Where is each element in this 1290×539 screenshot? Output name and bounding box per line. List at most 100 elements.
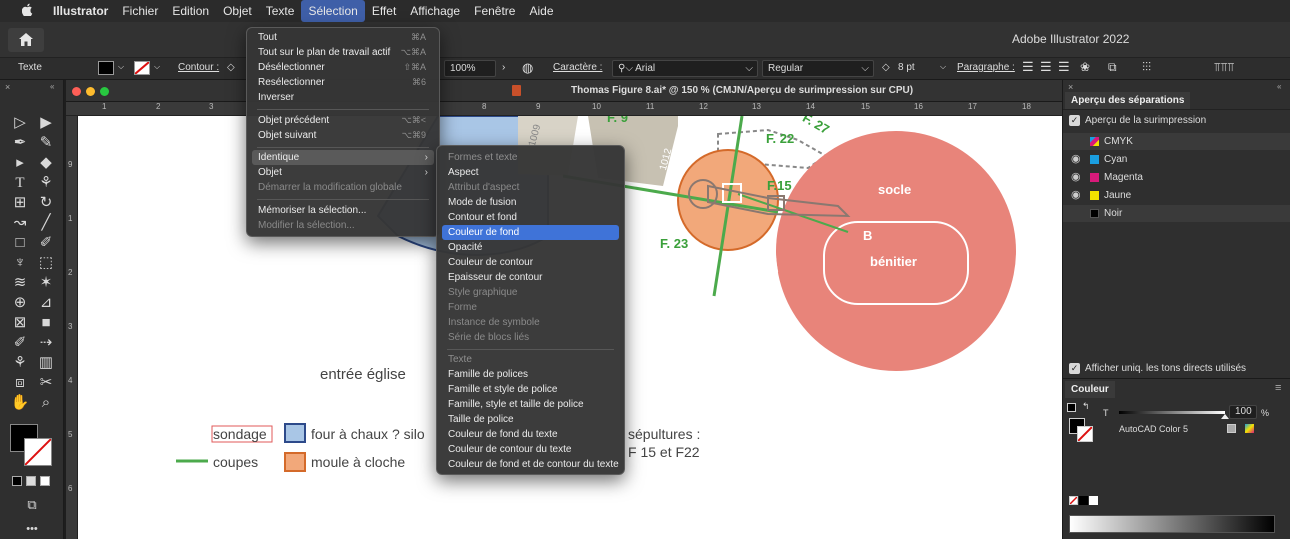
vertical-ruler[interactable]: 9 1 2 3 4 5 6 [66,116,78,539]
paragraphe-label[interactable]: Paragraphe : [957,62,1015,73]
window-close-icon[interactable] [72,87,81,96]
align-distribute-icon[interactable]: ⫶⫶⫶ [1142,60,1151,75]
apple-icon[interactable] [18,3,36,19]
overprint-checkbox[interactable]: ✓ [1069,115,1080,126]
fill-mini-icon[interactable] [1067,403,1076,412]
chevron-down-icon[interactable]: ⌵ [940,62,946,72]
ink-row-noir[interactable]: Noir [1063,205,1290,222]
screen-mode-icon[interactable]: ⧉ [20,496,44,514]
ink-row-magenta[interactable]: ◉ Magenta [1063,169,1290,186]
menu-objet[interactable]: Objet [216,0,259,22]
submenu-item-famille-style-taille[interactable]: Famille, style et taille de police [442,397,619,412]
black-swatch-icon[interactable] [1079,496,1088,505]
opacity-field[interactable]: 100% [444,60,496,77]
brush-tool-icon[interactable]: ✎ [34,134,58,152]
menu-item-tout-plan[interactable]: Tout sur le plan de travail actif ⌥⌘A [252,45,434,60]
hand-tool-icon[interactable]: ✋ [8,394,32,412]
submenu-item-contour-fond[interactable]: Contour et fond [442,210,619,225]
gradient-tool-icon[interactable]: ■ [34,314,58,332]
graph-tool-icon[interactable]: ▥ [34,354,58,372]
align-right-icon[interactable]: ☰ [1058,59,1070,75]
puppet-warp-tool-icon[interactable]: ✶ [34,274,58,292]
font-style-field[interactable]: Regular ⌵ [762,60,874,77]
panel-menu-icon[interactable]: ≡ [1275,382,1281,394]
mesh-tool-icon[interactable]: ⊠ [8,314,32,332]
width-tool-icon[interactable]: ≋ [8,274,32,292]
submenu-item-famille-style[interactable]: Famille et style de police [442,382,619,397]
tint-slider[interactable] [1119,411,1225,414]
menu-item-objet-suivant[interactable]: Objet suivant ⌥⌘9 [252,128,434,143]
chevron-down-icon[interactable]: ⌵ [118,62,124,72]
cmyk-mode-icon[interactable] [1245,424,1254,433]
eyedropper-tool-icon[interactable]: ✐ [8,334,32,352]
tint-value-field[interactable]: 100 [1229,405,1257,419]
ink-row-jaune[interactable]: ◉ Jaune [1063,187,1290,204]
free-transform-tool-icon[interactable]: ⬚ [34,254,58,272]
menu-item-identique[interactable]: Identique › [252,150,434,165]
window-zoom-icon[interactable] [100,87,109,96]
color-mode-icon[interactable] [12,476,22,486]
menu-fichier[interactable]: Fichier [115,0,165,22]
gradient-mode-icon[interactable] [26,476,36,486]
menu-item-memoriser[interactable]: Mémoriser la sélection... [252,203,434,218]
direct-selection-tool-icon[interactable]: ▶ [34,114,58,132]
arrow-tool-icon[interactable]: ▸ [8,154,32,172]
stroke-color-box[interactable] [1077,426,1093,442]
stepper-icon[interactable]: ◇ [882,62,890,73]
shape-builder-tool-icon[interactable]: ⊕ [8,294,32,312]
align-left-icon[interactable]: ☰ [1022,59,1034,75]
fill-swatch[interactable] [98,61,114,75]
eye-icon[interactable]: ◉ [1071,188,1081,201]
close-icon[interactable]: × [1068,82,1073,92]
collapse-icon[interactable]: « [1277,82,1281,91]
font-field[interactable]: ⚲⌵ Arial ⌵ [612,60,758,77]
ink-row-cyan[interactable]: ◉ Cyan [1063,151,1290,168]
menu-item-objet-precedent[interactable]: Objet précédent ⌥⌘< [252,113,434,128]
zoom-tool-icon[interactable]: ⌕ [34,394,58,412]
type-tool-icon[interactable]: T [8,174,32,192]
grayscale-icon[interactable] [1227,424,1236,433]
swap-icon[interactable]: ↰ [1082,401,1090,412]
menu-item-deselectionner[interactable]: Désélectionner ⇧⌘A [252,60,434,75]
tab-couleur[interactable]: Couleur [1065,381,1115,398]
menu-aide[interactable]: Aide [522,0,560,22]
submenu-item-couleur-fond-contour-texte[interactable]: Couleur de fond et de contour du texte [442,457,619,472]
menu-texte[interactable]: Texte [259,0,302,22]
close-icon[interactable]: × [5,82,10,92]
menu-effet[interactable]: Effet [365,0,403,22]
tab-separations[interactable]: Aperçu des séparations [1065,92,1191,109]
contour-label[interactable]: Contour : [178,62,219,73]
submenu-item-famille-polices[interactable]: Famille de polices [442,367,619,382]
more-tools-icon[interactable]: ••• [20,520,44,538]
home-icon[interactable] [8,28,44,52]
eye-icon[interactable]: ◉ [1071,152,1081,165]
warp-tool-icon[interactable]: ⚘ [34,174,58,192]
color-spectrum[interactable] [1069,515,1275,533]
slice-tool-icon[interactable]: ⧈ [8,374,32,392]
blend-tool-icon[interactable]: ⇢ [34,334,58,352]
transform-icon[interactable]: ⧉ [1108,60,1117,75]
submenu-item-couleur-fond-texte[interactable]: Couleur de fond du texte [442,427,619,442]
submenu-item-aspect[interactable]: Aspect [442,165,619,180]
globe-icon[interactable]: ◍ [522,60,533,76]
submenu-item-mode-fusion[interactable]: Mode de fusion [442,195,619,210]
eye-icon[interactable]: ◉ [1071,170,1081,183]
collapse-icon[interactable]: « [50,82,54,91]
selection-tool-icon[interactable]: ▷ [8,114,32,132]
submenu-item-opacite[interactable]: Opacité [442,240,619,255]
curvature-tool-icon[interactable]: ↝ [8,214,32,232]
submenu-item-couleur-fond[interactable]: Couleur de fond [442,225,619,240]
horizontal-ruler[interactable]: 1 2 3 8 9 10 11 12 13 14 15 16 17 18 [66,102,1062,116]
align-center-icon[interactable]: ☰ [1040,59,1052,75]
ink-row-cmyk[interactable]: CMYK [1063,133,1290,150]
scissors-tool-icon[interactable]: ✂ [34,374,58,392]
caractere-label[interactable]: Caractère : [553,62,602,73]
line-tool-icon[interactable]: ╱ [34,214,58,232]
shaper-tool-icon[interactable]: ♆ [8,254,32,272]
menu-affichage[interactable]: Affichage [403,0,467,22]
menu-illustrator[interactable]: Illustrator [46,0,115,22]
pen-tool-icon[interactable]: ✒ [8,134,32,152]
tint-slider-handle[interactable] [1221,414,1229,419]
chevron-down-icon[interactable]: ⌵ [154,62,160,72]
stroke-swatch[interactable] [134,61,150,75]
